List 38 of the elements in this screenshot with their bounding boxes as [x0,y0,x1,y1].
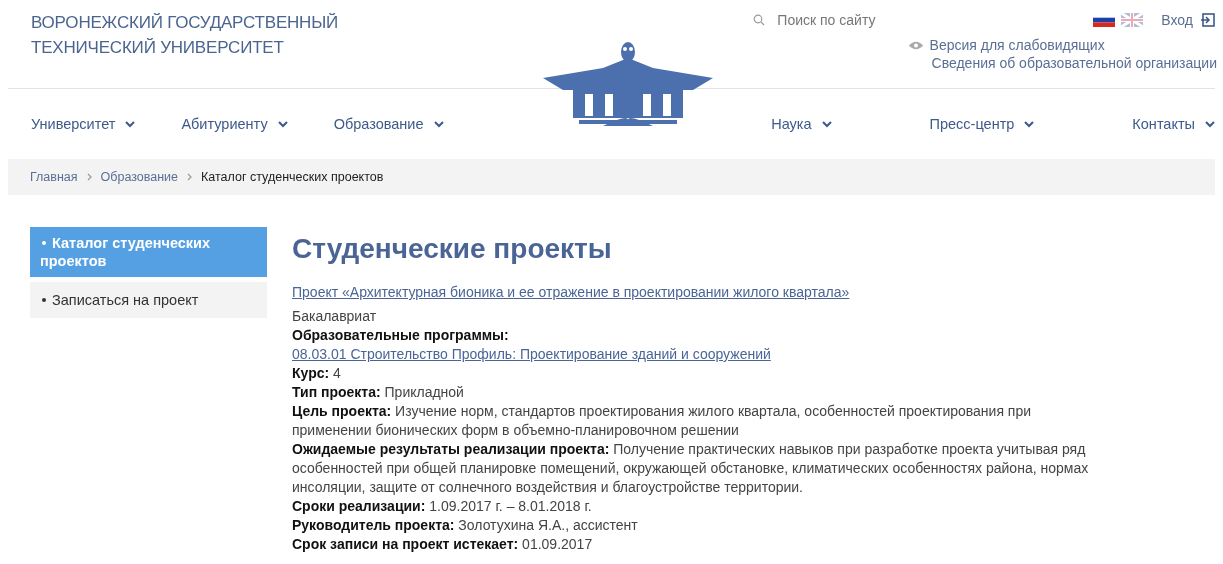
accessibility-link[interactable]: Версия для слабовидящих [929,36,1105,54]
login-link[interactable]: Вход [1161,12,1193,28]
detail-field: Срок записи на проект истекает: 01.09.2017 [292,535,593,554]
detail-field: Сроки реализации: 1.09.2017 г. – 8.01.2018 г. [292,497,592,516]
chevron-down-icon [277,120,288,128]
project-link[interactable]: Проект «Архитектурная бионика и ее отражение в проектировании жилого квартала» [292,283,850,302]
detail-label: Образовательные программы: [292,326,509,345]
chevron-down-icon [821,120,832,128]
page-title: Студенческие проекты [292,232,612,266]
org-info-link[interactable]: Сведения об образовательной организации [908,54,1217,72]
detail-field: Тип проекта: Прикладной [292,383,464,402]
breadcrumb-separator-icon [187,173,193,181]
nav-item[interactable]: Образование [333,116,444,132]
eye-icon [908,40,923,50]
university-name[interactable]: ТЕХНИЧЕСКИЙ УНИВЕРСИТЕТ [31,35,284,60]
breadcrumb-separator-icon [86,173,92,181]
sidebar-item[interactable]: Записаться на проект [30,282,267,318]
breadcrumb-link[interactable]: Образование [100,170,179,184]
nav-item[interactable]: Абитуриенту [181,116,288,132]
chevron-down-icon [1205,120,1215,128]
login-icon [1201,13,1215,27]
nav-item[interactable]: Университет [31,116,136,132]
detail-field: Курс: 4 [292,364,341,383]
program-link[interactable]: 08.03.01 Строительство Профиль: Проектирование зданий и сооружений [292,346,771,362]
university-name[interactable]: ВОРОНЕЖСКИЙ ГОСУДАРСТВЕННЫЙ [31,10,339,35]
detail-field: Руководитель проекта: Золотухина Я.А., ассистент [292,516,638,535]
nav-item[interactable]: Контакты [1132,116,1215,132]
breadcrumb-current: Каталог студенческих проектов [201,170,384,184]
detail-field: Ожидаемые результаты реализации проекта: Получение практических навыков при разработке проекта учитывая ряд особенностей при общей планировке помещений, окружающей обстановке, климатических особенностях района, нормах инсоляции, защите от солнечного воздействия и благоустройстве территории. [292,440,1107,497]
breadcrumb-link[interactable]: Главная [30,170,78,184]
chevron-down-icon [125,120,136,128]
nav-item[interactable]: Наука [771,116,832,132]
chevron-down-icon [433,120,444,128]
detail-text: Бакалавриат [292,307,377,326]
chevron-down-icon [1024,120,1035,128]
search-icon [753,14,766,26]
detail-field: Цель проекта: Изучение норм, стандартов проектирования жилого квартала, особенностей проектирования при применении бионических форм в объемно-планировочном решении [292,402,1107,440]
nav-item[interactable]: Пресс-центр [929,116,1035,132]
